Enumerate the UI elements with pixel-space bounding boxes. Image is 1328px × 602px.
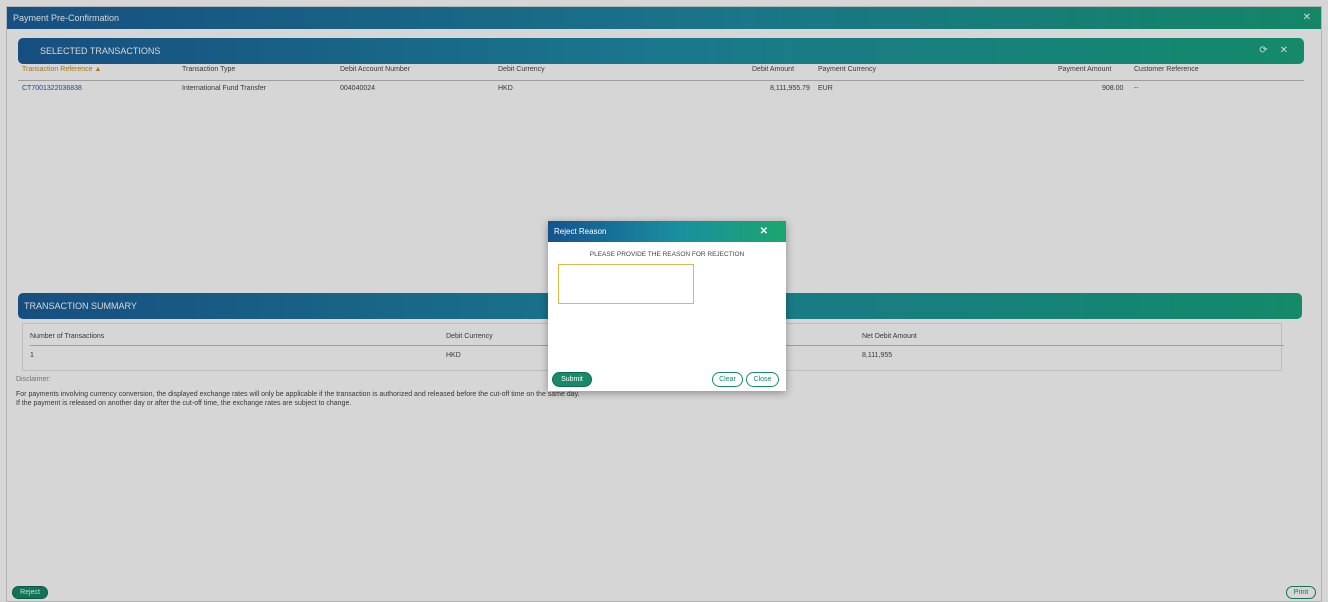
submit-button[interactable]: Submit (552, 372, 592, 387)
dialog-close-icon[interactable]: ✕ (760, 221, 768, 242)
dialog-title: Reject Reason (554, 227, 607, 236)
reject-reason-input[interactable] (558, 264, 694, 304)
reject-reason-dialog: Reject Reason ✕ PLEASE PROVIDE THE REASO… (548, 221, 786, 391)
close-button[interactable]: Close (746, 372, 779, 387)
dialog-header: Reject Reason ✕ (548, 221, 786, 242)
dialog-instruction: PLEASE PROVIDE THE REASON FOR REJECTION (589, 251, 745, 258)
clear-button[interactable]: Clear (712, 372, 743, 387)
